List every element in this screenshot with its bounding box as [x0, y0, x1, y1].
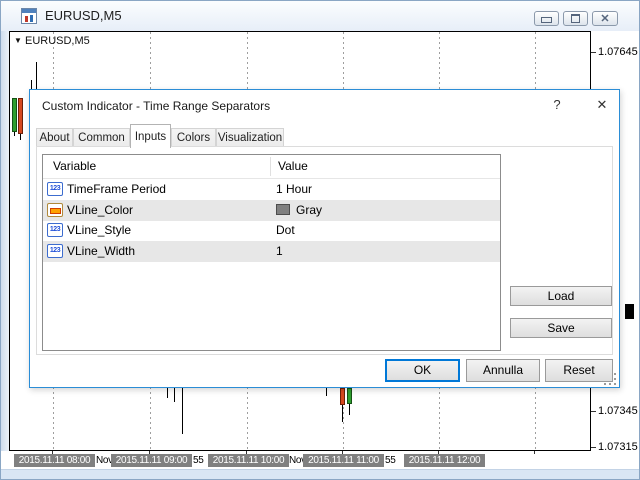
price-tick	[591, 411, 596, 412]
tab-common[interactable]: Common	[73, 128, 130, 147]
candle-wick	[167, 388, 168, 398]
candle-wick	[326, 388, 327, 396]
parameters-table: Variable Value 123 TimeFrame Period 1 Ho…	[42, 154, 501, 351]
window-frame-left	[1, 31, 9, 469]
candle-wick	[174, 388, 175, 402]
close-window-button[interactable]: ✕	[592, 11, 618, 26]
candle-wick	[182, 388, 183, 434]
help-button[interactable]: ?	[547, 95, 567, 115]
time-separator-label: 2015.11.11 08:00	[14, 454, 95, 467]
candle-wick	[14, 132, 15, 136]
column-divider[interactable]	[270, 157, 271, 176]
color-swatch-icon	[47, 203, 63, 217]
tab-about[interactable]: About	[36, 128, 73, 147]
time-separator-label: 2015.11.11 09:00	[111, 454, 192, 467]
price-label: 1.07345	[598, 405, 638, 417]
table-header: Variable Value	[43, 155, 500, 179]
candle-wick	[20, 134, 21, 140]
candle-bullish	[12, 98, 17, 132]
save-button[interactable]: Save	[510, 318, 612, 338]
cancel-button[interactable]: Annulla	[466, 359, 540, 382]
mt4-chart-window: EURUSD,M5 ✕ ▼ EURUSD,M5 1.07645 1.07345 …	[0, 0, 640, 480]
tab-colors[interactable]: Colors	[171, 128, 216, 147]
tab-visualization[interactable]: Visualization	[216, 128, 284, 147]
ok-button[interactable]: OK	[385, 359, 460, 382]
table-row-timeframe-period[interactable]: 123 TimeFrame Period 1 Hour	[43, 179, 500, 200]
candle-bearish	[340, 388, 345, 405]
variable-value[interactable]: 1 Hour	[276, 182, 312, 196]
variable-value[interactable]: Dot	[276, 223, 295, 237]
variable-name: VLine_Color	[67, 203, 134, 217]
candle-wick	[36, 62, 37, 90]
variable-name: VLine_Style	[67, 223, 132, 237]
reset-button[interactable]: Reset	[545, 359, 613, 382]
variable-name: VLine_Width	[67, 244, 136, 258]
window-title: EURUSD,M5	[45, 8, 122, 23]
variable-value[interactable]: Gray	[296, 203, 322, 217]
chart-window-icon	[21, 8, 37, 24]
chart-symbol-label: ▼ EURUSD,M5	[14, 35, 90, 47]
close-icon: ✕	[600, 13, 610, 25]
minimize-icon	[541, 17, 552, 23]
custom-indicator-dialog: Custom Indicator - Time Range Separators…	[29, 89, 620, 388]
price-label: 1.07645	[598, 46, 638, 58]
time-scale[interactable]: Nov 55 Nov 55 2015.11.11 08:00 2015.11.1…	[1, 451, 639, 469]
tab-inputs[interactable]: Inputs	[130, 124, 171, 148]
column-header-value: Value	[278, 159, 308, 173]
price-tick	[591, 52, 596, 53]
table-row-vline-style[interactable]: 123 VLine_Style Dot	[43, 220, 500, 241]
numeric-123-icon: 123	[47, 223, 63, 237]
restore-icon	[571, 14, 580, 23]
table-row-vline-color[interactable]: VLine_Color Gray	[43, 200, 500, 221]
restore-button[interactable]	[563, 11, 588, 26]
minimize-button[interactable]	[534, 11, 559, 26]
numeric-123-icon: 123	[47, 182, 63, 196]
time-axis-label: 55	[385, 455, 396, 466]
price-tick	[591, 447, 596, 448]
close-dialog-button[interactable]: ✕	[590, 95, 614, 115]
candle-bullish	[347, 388, 352, 404]
dialog-title: Custom Indicator - Time Range Separators	[42, 99, 271, 113]
load-button[interactable]: Load	[510, 286, 612, 306]
candle-bearish	[18, 98, 23, 134]
chevron-down-icon: ▼	[14, 36, 22, 45]
window-titlebar: EURUSD,M5 ✕	[1, 1, 639, 32]
time-separator-label: 2015.11.11 10:00	[208, 454, 289, 467]
window-frame-bottom	[1, 469, 639, 479]
time-separator-label: 2015.11.11 11:00	[303, 454, 384, 467]
time-separator-label: 2015.11.11 12:00	[404, 454, 485, 467]
gray-color-swatch	[276, 204, 290, 215]
variable-name: TimeFrame Period	[67, 182, 166, 196]
price-marker	[625, 304, 634, 319]
table-row-vline-width[interactable]: 123 VLine_Width 1	[43, 241, 500, 262]
time-tick	[534, 451, 535, 454]
numeric-123-icon: 123	[47, 244, 63, 258]
column-header-variable: Variable	[53, 159, 97, 173]
time-axis-label: 55	[193, 455, 204, 466]
variable-value[interactable]: 1	[276, 244, 283, 258]
resize-grip[interactable]	[604, 373, 616, 385]
